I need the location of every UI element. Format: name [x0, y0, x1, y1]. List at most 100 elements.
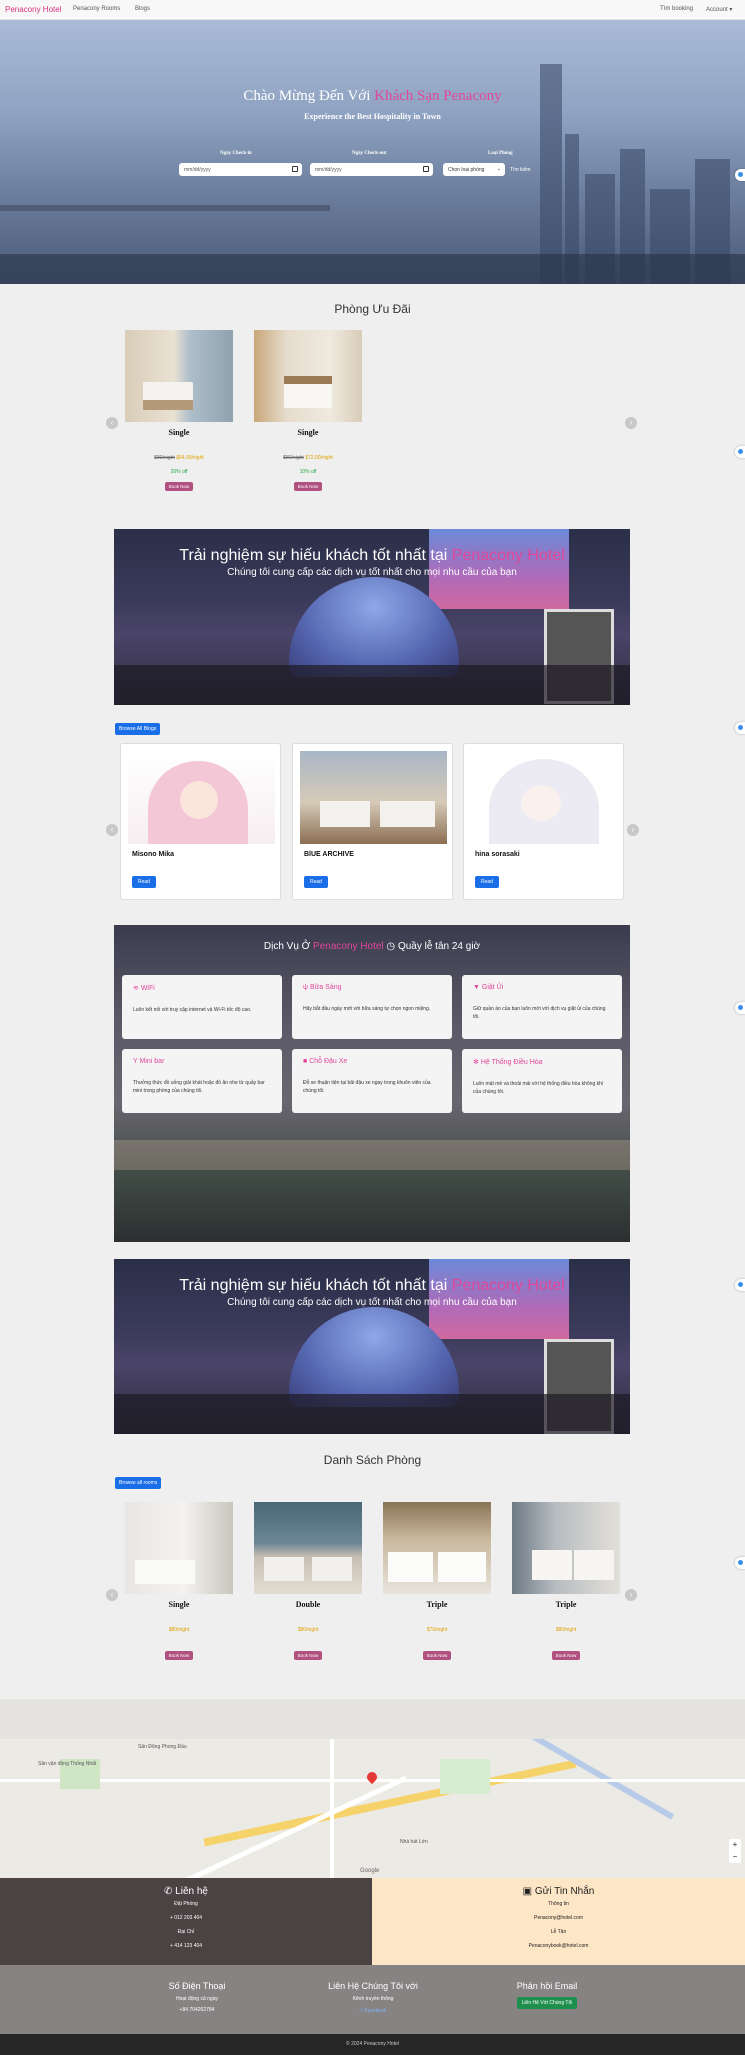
service-card: Y Mini bar Thưởng thức đồ uống giải khát … — [122, 1049, 282, 1113]
room-price: $80/night $64.00/night — [154, 455, 204, 461]
chat-widget-tab[interactable] — [735, 1279, 745, 1291]
carousel-next-button[interactable]: › — [625, 1589, 637, 1601]
account-dropdown[interactable]: Account ▾ — [706, 6, 732, 13]
read-button[interactable]: Read — [475, 876, 499, 888]
message-email[interactable]: Penaconybook@hotel.com — [372, 1939, 745, 1953]
blog-title: Misono Mika — [132, 851, 175, 858]
service-card: ≋ WiFi Luôn kết nối với truy cập internet… — [122, 975, 282, 1039]
footer-contact-sub: Kênh truyền thông — [352, 1996, 394, 2002]
chat-widget-tab[interactable] — [735, 446, 745, 458]
chat-widget-tab[interactable] — [735, 1557, 745, 1569]
room-card: Single $80/night Book Now — [125, 1502, 233, 1662]
room-photo — [512, 1502, 620, 1594]
blog-card: hina sorasaki Read — [463, 743, 624, 900]
featured-room-card: Single $80/night $64.00/night 20% off Bo… — [125, 330, 233, 493]
room-photo — [383, 1502, 491, 1594]
checkout-label: Ngày Check-out — [352, 151, 387, 156]
carousel-prev-button[interactable]: ‹ — [106, 1589, 118, 1601]
service-desc: Thưởng thức đồ uống giải khát hoặc đồ ăn… — [133, 1080, 265, 1094]
read-button[interactable]: Read — [132, 876, 156, 888]
services-section: Dịch Vụ Ở Penacony Hotel ◷ Quầy lễ tân 2… — [114, 925, 630, 1242]
map-label: Nhà hát Lớn — [400, 1839, 428, 1845]
service-name: ≋ WiFi — [133, 985, 155, 992]
chat-widget-tab[interactable] — [735, 722, 745, 734]
calendar-icon[interactable] — [423, 166, 429, 172]
message-title: ▣ Gửi Tin Nhắn — [522, 1886, 595, 1897]
banner-floor — [114, 665, 630, 705]
search-button[interactable]: Tìm kiếm — [510, 167, 531, 173]
service-desc: Hãy bắt đầu ngày mới với bữa sáng tự chọ… — [303, 1006, 431, 1012]
blog-photo — [128, 751, 275, 844]
carousel-prev-button[interactable]: ‹ — [106, 417, 118, 429]
facebook-link[interactable]: ⓕFacebook — [288, 2007, 458, 2014]
room-name: Single — [297, 428, 319, 437]
carousel-prev-button[interactable]: ‹ — [106, 824, 118, 836]
phone-icon: ✆ — [164, 1886, 173, 1897]
service-name: ✻ Hệ Thống Điều Hòa — [473, 1059, 543, 1066]
truck-icon: ▣ — [522, 1886, 533, 1897]
browse-blogs-button[interactable]: Browse All Blogs — [115, 723, 161, 735]
room-card: Triple $70/night Book Now — [383, 1502, 491, 1662]
nav-link-blogs[interactable]: Blogs — [135, 6, 150, 12]
blog-photo — [300, 751, 447, 844]
map-zoom-controls[interactable]: + − — [729, 1839, 741, 1863]
footer-feedback-title: Phản hồi Email — [516, 1981, 578, 1991]
brand-logo[interactable]: Penacony Hotel — [5, 5, 61, 14]
carousel-next-button[interactable]: › — [627, 824, 639, 836]
promo-banner: Trải nghiệm sự hiếu khách tốt nhất tại P… — [114, 1259, 630, 1434]
read-button[interactable]: Read — [304, 876, 328, 888]
map-embed[interactable]: Sân Đông Phong Đầu Sân vận động Thống Nh… — [0, 1739, 745, 1878]
nav-link-find-booking[interactable]: Tìm booking — [660, 6, 693, 12]
contact-us-button[interactable]: Liên Hệ Với Chúng Tôi — [516, 1997, 578, 2009]
footer-contact-title: Liên Hệ Chúng Tôi với — [328, 1981, 418, 1991]
roomtype-select[interactable]: Chọn loại phòng ⌄ — [443, 163, 505, 176]
service-card: ψ Bữa Sáng Hãy bắt đầu ngày mới với bữa s… — [292, 975, 452, 1039]
hero-ground — [0, 254, 745, 284]
footer-info: Số Điện Thoại Hoạt động cả ngày +84 7042… — [0, 1965, 745, 2034]
footer-phone-number: +84 704262784 — [179, 2007, 215, 2013]
map-label: Sân Đông Phong Đầu — [138, 1744, 187, 1750]
wifi-icon: ≋ — [133, 985, 139, 992]
room-price: $80/night $72.00/night — [283, 455, 333, 461]
banner-title: Trải nghiệm sự hiếu khách tốt nhất tại P… — [179, 1277, 565, 1294]
map-road — [330, 1739, 334, 1878]
message-email[interactable]: Penacony@hotel.com — [372, 1911, 745, 1925]
room-photo — [125, 330, 233, 422]
room-card: Double $80/night Book Now — [254, 1502, 362, 1662]
blog-title: hina sorasaki — [475, 851, 520, 858]
footer-feedback-col: Phản hồi Email Liên Hệ Với Chúng Tôi — [462, 1981, 632, 2009]
chat-widget-tab[interactable] — [735, 1002, 745, 1014]
chat-widget-tab[interactable] — [735, 169, 745, 181]
hero-bridge — [0, 205, 330, 211]
checkin-input[interactable]: mm/dd/yyyy — [179, 163, 302, 176]
carousel-next-button[interactable]: › — [625, 417, 637, 429]
book-now-button[interactable]: Book Now — [164, 482, 194, 491]
hero-title: Chào Mừng Đến Với Khách Sạn Penacony — [243, 88, 502, 104]
promo-banner: Trải nghiệm sự hiếu khách tốt nhất tại P… — [114, 529, 630, 705]
contact-title: ✆ Liên hệ — [164, 1886, 208, 1897]
room-discount: 20% off — [170, 469, 188, 475]
contact-left-panel: ✆ Liên hệ Đặt Phòng + 012 203 404 Đại Ch… — [0, 1878, 372, 1965]
book-now-button[interactable]: Book Now — [293, 1651, 323, 1660]
footer-phone-title: Số Điện Thoại — [168, 1981, 226, 1991]
room-price: $70/night — [426, 1627, 448, 1633]
book-now-button[interactable]: Book Now — [293, 482, 323, 491]
book-now-button[interactable]: Book Now — [422, 1651, 452, 1660]
service-name: ▼ Giặt Ủi — [473, 984, 504, 991]
service-card: ■ Chỗ Đậu Xe Đỗ xe thuận tiện tại bãi đậu… — [292, 1049, 452, 1113]
nav-link-rooms[interactable]: Penacony Rooms — [73, 6, 120, 12]
top-navbar: Penacony Hotel Penacony Rooms Blogs Tìm … — [0, 0, 745, 20]
book-now-button[interactable]: Book Now — [551, 1651, 581, 1660]
featured-rooms-title: Phòng Ưu Đãi — [334, 302, 411, 316]
room-name: Triple — [426, 1600, 448, 1609]
checkout-input[interactable]: mm/dd/yyyy — [310, 163, 433, 176]
copyright: © 2024 Penacony Hotel — [0, 2034, 745, 2055]
room-price: $80/night — [168, 1627, 190, 1633]
map-spacer — [0, 1699, 745, 1739]
map-park — [440, 1759, 490, 1794]
browse-rooms-button[interactable]: Browse all rooms — [115, 1477, 162, 1489]
map-label: Sân vận động Thống Nhất — [38, 1761, 97, 1767]
book-now-button[interactable]: Book Now — [164, 1651, 194, 1660]
calendar-icon[interactable] — [292, 166, 298, 172]
banner-floor — [114, 1394, 630, 1434]
